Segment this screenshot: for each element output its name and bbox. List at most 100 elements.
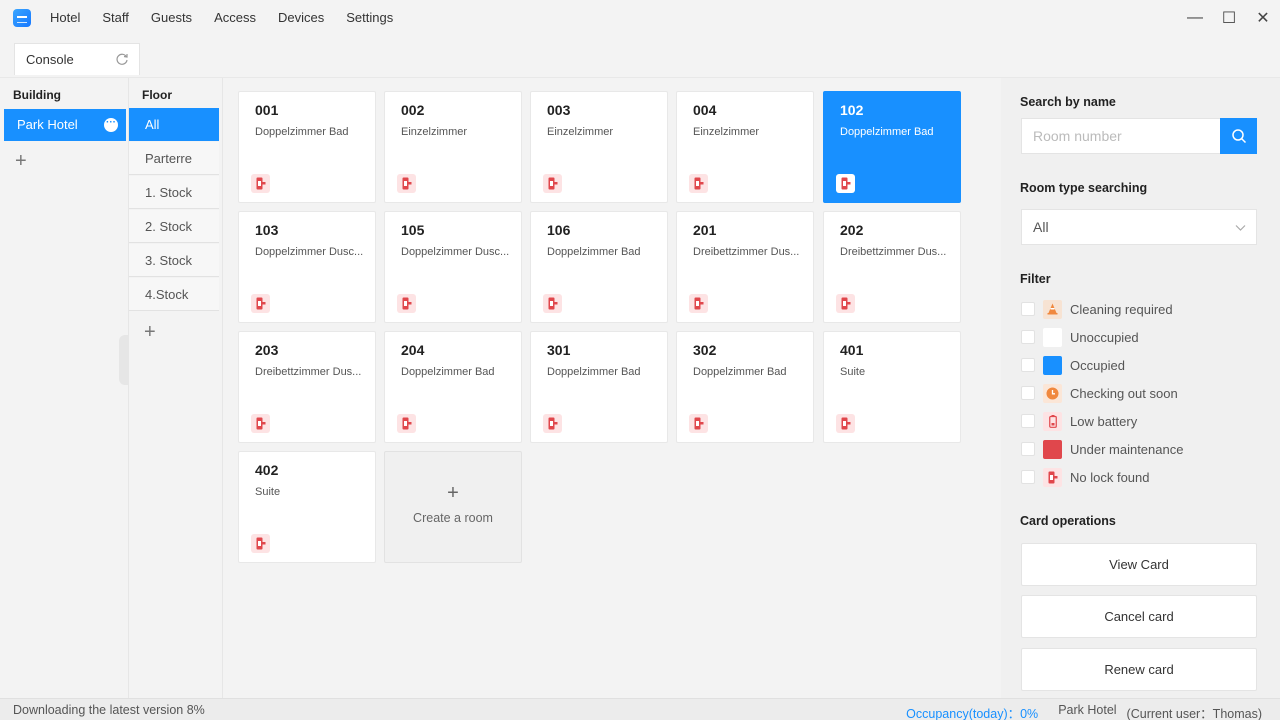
- cancel-card-button[interactable]: Cancel card: [1021, 595, 1257, 638]
- add-floor-button[interactable]: +: [144, 321, 156, 344]
- room-type: Suite: [255, 486, 281, 498]
- room-card[interactable]: 402 Suite: [238, 451, 376, 563]
- filter-checkbox[interactable]: [1021, 302, 1035, 316]
- room-card[interactable]: 202 Dreibettzimmer Dus...: [823, 211, 961, 323]
- no-lock-icon: [543, 174, 562, 193]
- more-options-icon[interactable]: ···: [104, 118, 118, 132]
- filter-checkbox[interactable]: [1021, 414, 1035, 428]
- room-number: 201: [693, 222, 717, 238]
- add-building-button[interactable]: +: [15, 150, 27, 173]
- window-controls: — ☐ ✕: [1178, 0, 1280, 36]
- room-type: Doppelzimmer Bad: [840, 126, 934, 138]
- status-bar: Downloading the latest version 8% Occupa…: [0, 698, 1280, 720]
- floor-item-4-stock[interactable]: 4.Stock: [129, 278, 219, 311]
- room-card[interactable]: 004 Einzelzimmer: [676, 91, 814, 203]
- menu-guests[interactable]: Guests: [140, 0, 203, 36]
- filter-checkbox[interactable]: [1021, 358, 1035, 372]
- no-lock-icon: [836, 294, 855, 313]
- unoccupied-swatch: [1043, 327, 1062, 347]
- no-lock-icon: [251, 414, 270, 433]
- menu-staff[interactable]: Staff: [91, 0, 140, 36]
- room-card[interactable]: 003 Einzelzimmer: [530, 91, 668, 203]
- room-type: Doppelzimmer Bad: [401, 366, 495, 378]
- room-card[interactable]: 302 Doppelzimmer Bad: [676, 331, 814, 443]
- building-panel: Building Park Hotel ··· +: [0, 78, 129, 698]
- update-status: Downloading the latest version 8%: [13, 703, 205, 717]
- maximize-button[interactable]: ☐: [1212, 0, 1246, 36]
- room-number-search-input[interactable]: [1022, 119, 1218, 153]
- room-type: Doppelzimmer Dusc...: [401, 246, 510, 258]
- no-lock-icon: [251, 294, 270, 313]
- search-button[interactable]: [1220, 118, 1257, 154]
- room-number: 102: [840, 102, 864, 118]
- menu-access[interactable]: Access: [203, 0, 267, 36]
- filter-no-lock-found[interactable]: No lock found: [1021, 466, 1150, 488]
- filter-checkbox[interactable]: [1021, 386, 1035, 400]
- room-type-select[interactable]: All: [1021, 209, 1257, 245]
- room-card-selected[interactable]: 102 Doppelzimmer Bad: [823, 91, 961, 203]
- room-type: Dreibettzimmer Dus...: [255, 366, 362, 378]
- renew-card-button[interactable]: Renew card: [1021, 648, 1257, 691]
- no-lock-icon: [543, 414, 562, 433]
- building-item-park-hotel[interactable]: Park Hotel ···: [4, 109, 126, 141]
- filter-checkbox[interactable]: [1021, 442, 1035, 456]
- lock-icon: [1043, 467, 1062, 487]
- create-room-button[interactable]: + Create a room: [384, 451, 522, 563]
- filter-checkbox[interactable]: [1021, 470, 1035, 484]
- room-grid: 001 Doppelzimmer Bad 002 Einzelzimmer 00…: [223, 78, 1001, 698]
- filter-cleaning-required[interactable]: Cleaning required: [1021, 298, 1173, 320]
- floor-item-2-stock[interactable]: 2. Stock: [129, 210, 219, 243]
- room-card[interactable]: 203 Dreibettzimmer Dus...: [238, 331, 376, 443]
- no-lock-icon: [543, 294, 562, 313]
- room-card[interactable]: 001 Doppelzimmer Bad: [238, 91, 376, 203]
- close-button[interactable]: ✕: [1246, 0, 1280, 36]
- room-card[interactable]: 301 Doppelzimmer Bad: [530, 331, 668, 443]
- room-type: Doppelzimmer Bad: [693, 366, 787, 378]
- menu-devices[interactable]: Devices: [267, 0, 335, 36]
- search-icon: [1231, 129, 1246, 144]
- room-number: 202: [840, 222, 864, 238]
- filter-unoccupied[interactable]: Unoccupied: [1021, 326, 1139, 348]
- room-card[interactable]: 106 Doppelzimmer Bad: [530, 211, 668, 323]
- view-card-button[interactable]: View Card: [1021, 543, 1257, 586]
- occupancy-link[interactable]: Occupancy(today)：0%: [906, 703, 1038, 720]
- room-card[interactable]: 105 Doppelzimmer Dusc...: [384, 211, 522, 323]
- refresh-icon[interactable]: [115, 52, 129, 66]
- plus-icon: +: [447, 482, 459, 504]
- create-room-label: Create a room: [413, 511, 493, 525]
- menu-settings[interactable]: Settings: [335, 0, 404, 36]
- filter-under-maintenance[interactable]: Under maintenance: [1021, 438, 1183, 460]
- room-card[interactable]: 002 Einzelzimmer: [384, 91, 522, 203]
- menu-hotel[interactable]: Hotel: [39, 0, 91, 36]
- room-number: 105: [401, 222, 425, 238]
- room-type: Einzelzimmer: [401, 126, 468, 138]
- room-card[interactable]: 401 Suite: [823, 331, 961, 443]
- floor-item-parterre[interactable]: Parterre: [129, 142, 219, 175]
- room-number: 002: [401, 102, 425, 118]
- right-panel: Search by name Room type searching All F…: [1001, 78, 1280, 698]
- room-number: 402: [255, 462, 279, 478]
- collapse-handle[interactable]: [119, 335, 129, 385]
- filter-low-battery[interactable]: Low battery: [1021, 410, 1137, 432]
- filter-label: Occupied: [1070, 357, 1125, 373]
- floor-item-all[interactable]: All: [129, 108, 219, 141]
- filter-label: Unoccupied: [1070, 329, 1139, 345]
- floor-item-3-stock[interactable]: 3. Stock: [129, 244, 219, 277]
- filter-label: Checking out soon: [1070, 385, 1178, 401]
- no-lock-icon: [397, 414, 416, 433]
- room-card[interactable]: 204 Doppelzimmer Bad: [384, 331, 522, 443]
- filter-checkbox[interactable]: [1021, 330, 1035, 344]
- cleaning-cone-icon: [1043, 299, 1062, 319]
- room-card[interactable]: 201 Dreibettzimmer Dus...: [676, 211, 814, 323]
- filter-title: Filter: [1020, 272, 1051, 286]
- floor-item-1-stock[interactable]: 1. Stock: [129, 176, 219, 209]
- status-right: Occupancy(today)：0% Park Hotel (Current …: [906, 703, 1262, 720]
- room-number: 204: [401, 342, 425, 358]
- tab-console[interactable]: Console: [14, 43, 140, 75]
- room-type-title: Room type searching: [1020, 181, 1148, 195]
- room-card[interactable]: 103 Doppelzimmer Dusc...: [238, 211, 376, 323]
- minimize-button[interactable]: —: [1178, 0, 1212, 36]
- tab-bar: Console: [0, 36, 1280, 78]
- filter-checking-out-soon[interactable]: Checking out soon: [1021, 382, 1178, 404]
- filter-occupied[interactable]: Occupied: [1021, 354, 1125, 376]
